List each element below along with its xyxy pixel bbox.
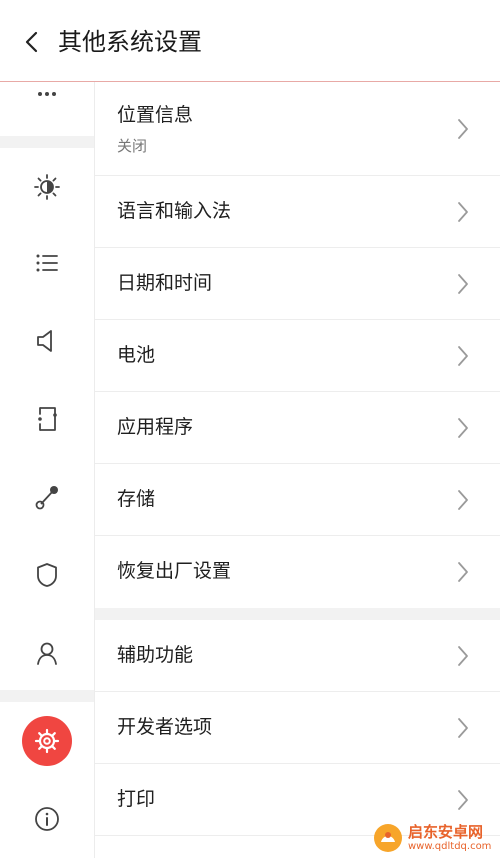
list-item-label: 存储 (117, 488, 156, 510)
chevron-right-icon (458, 718, 468, 738)
brightness-icon (34, 174, 60, 200)
chevron-left-icon (25, 31, 38, 53)
list-item-apps[interactable]: 应用程序 (95, 392, 500, 464)
sidebar-separator (0, 690, 94, 702)
list-item-label: 日期和时间 (117, 272, 213, 294)
watermark-url: www.qdltdq.com (408, 841, 492, 852)
watermark: 启东安卓网 www.qdltdq.com (372, 818, 500, 858)
watermark-logo-icon (374, 824, 402, 852)
sidebar-item-sound[interactable] (0, 302, 94, 380)
list-item-label: 语言和输入法 (117, 200, 232, 222)
list-item-label: 恢复出厂设置 (117, 560, 232, 582)
list-item-status: 关闭 (117, 137, 148, 155)
sidebar-item-system-active[interactable] (0, 702, 94, 780)
list-item-location[interactable]: 位置信息 关闭 (95, 82, 500, 176)
list-item-label: 开发者选项 (117, 716, 213, 738)
page-title: 其他系统设置 (58, 28, 202, 56)
connection-icon (35, 486, 58, 510)
sidebar-item-more[interactable] (0, 62, 94, 126)
list-item-label: 打印 (117, 788, 156, 810)
list-item-date-time[interactable]: 日期和时间 (95, 248, 500, 320)
list-item-label: 位置信息 (117, 104, 194, 126)
back-button[interactable] (16, 26, 48, 58)
user-icon (37, 642, 57, 665)
volume-icon (37, 330, 52, 352)
gear-icon (34, 728, 60, 754)
shield-icon (37, 563, 57, 587)
list-item-accessibility[interactable]: 辅助功能 (95, 620, 500, 692)
sidebar-separator (0, 136, 94, 148)
more-icon (38, 92, 56, 96)
sidebar-item-notifications[interactable] (0, 224, 94, 302)
list-separator (95, 608, 500, 620)
chevron-right-icon (458, 418, 468, 438)
list-icon (36, 254, 58, 272)
list-item-battery[interactable]: 电池 (95, 320, 500, 392)
chevron-right-icon (458, 646, 468, 666)
chevron-right-icon (458, 562, 468, 582)
chevron-right-icon (458, 790, 468, 810)
chevron-right-icon (458, 202, 468, 222)
chevron-right-icon (458, 490, 468, 510)
active-indicator (22, 716, 72, 766)
list-item-storage[interactable]: 存储 (95, 464, 500, 536)
list-item-language-input[interactable]: 语言和输入法 (95, 176, 500, 248)
sidebar-item-about[interactable] (0, 780, 94, 858)
settings-list: 位置信息 关闭 语言和输入法 日期和时间 电池 应用程序 存储 恢复出厂设置 辅… (95, 82, 500, 858)
watermark-title: 启东安卓网 (408, 823, 484, 841)
sidebar-item-display[interactable] (0, 148, 94, 226)
info-icon (35, 807, 59, 831)
list-item-label: 辅助功能 (117, 644, 194, 666)
list-item-developer-options[interactable]: 开发者选项 (95, 692, 500, 764)
chevron-right-icon (458, 119, 468, 139)
sidebar-item-connections[interactable] (0, 458, 94, 536)
sidebar (0, 82, 94, 858)
notes-icon (38, 407, 57, 431)
sidebar-item-security[interactable] (0, 536, 94, 614)
list-item-label: 应用程序 (117, 416, 194, 438)
sidebar-item-notes[interactable] (0, 380, 94, 458)
list-item-label: 电池 (117, 344, 156, 366)
chevron-right-icon (458, 346, 468, 366)
list-item-factory-reset[interactable]: 恢复出厂设置 (95, 536, 500, 608)
chevron-right-icon (458, 274, 468, 294)
sidebar-item-accounts[interactable] (0, 614, 94, 692)
